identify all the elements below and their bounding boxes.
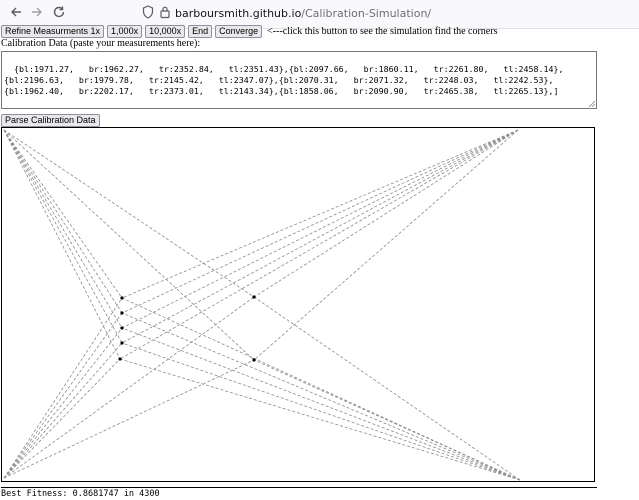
distance-line: [121, 327, 521, 481]
lock-icon[interactable]: [157, 5, 173, 21]
url-path: /Calibration-Simulation/: [301, 7, 432, 20]
end-button[interactable]: End: [188, 24, 213, 38]
distance-line: [3, 129, 255, 298]
distance-line: [3, 129, 123, 299]
distance-line: [121, 342, 521, 481]
distance-line: [3, 296, 255, 479]
distance-line: [253, 296, 521, 481]
shield-icon[interactable]: [140, 5, 156, 21]
distance-line: [3, 129, 123, 344]
reload-icon[interactable]: [51, 5, 67, 21]
distance-line: [121, 129, 519, 344]
best-fitness-status: Best Fitness: 0.8681747 in 4300: [1, 487, 597, 500]
distance-line: [3, 129, 255, 361]
parse-calibration-data-button[interactable]: Parse Calibration Data: [1, 114, 100, 127]
url-bar[interactable]: barboursmith.github.io/Calibration-Simul…: [175, 4, 575, 24]
distance-line: [3, 129, 123, 314]
distance-line: [3, 312, 123, 479]
simulation-canvas[interactable]: [1, 127, 595, 482]
distance-line: [3, 129, 121, 360]
distance-line: [3, 327, 123, 479]
calibration-data-label: Calibration Data (paste your measurement…: [1, 38, 201, 49]
converge-hint: <---click this button to see the simulat…: [267, 25, 498, 37]
measurement-point: [120, 311, 124, 315]
converge-button[interactable]: Converge: [215, 24, 263, 38]
distance-line: [121, 129, 519, 299]
distance-line: [3, 297, 123, 479]
measurement-point: [252, 358, 256, 362]
measurement-point: [118, 357, 122, 361]
distance-line: [121, 129, 519, 314]
simulation-drawing: [3, 129, 521, 481]
calibration-data-textarea[interactable]: {bl:1971.27, br:1962.27, tr:2352.84, tl:…: [1, 51, 597, 109]
measurement-point: [120, 326, 124, 330]
distance-line: [3, 358, 121, 479]
forward-arrow-icon[interactable]: [29, 5, 45, 21]
distance-line: [253, 359, 521, 481]
back-arrow-icon[interactable]: [8, 5, 24, 21]
resize-grip-icon[interactable]: [588, 100, 595, 107]
refine-measurements-button[interactable]: Refine Measurments 1x: [1, 24, 105, 38]
distance-line: [121, 312, 521, 481]
url-host: barboursmith.github.io: [175, 7, 302, 20]
measurement-point: [252, 295, 256, 299]
distance-line: [3, 342, 123, 479]
measurement-point: [120, 296, 124, 300]
distance-line: [119, 358, 521, 481]
distance-line: [253, 129, 519, 298]
distance-line: [3, 359, 255, 479]
distance-line: [121, 129, 519, 329]
distance-line: [119, 129, 519, 360]
calibration-data-text: {bl:1971.27, br:1962.27, tr:2352.84, tl:…: [4, 64, 564, 96]
simulation-toolbar: Refine Measurments 1x 1,000x 10,000x End…: [1, 24, 497, 38]
run-1000x-button[interactable]: 1,000x: [107, 24, 143, 38]
distance-line: [253, 129, 519, 361]
measurement-point: [120, 341, 124, 345]
run-10000x-button[interactable]: 10,000x: [145, 24, 186, 38]
distance-line: [3, 129, 123, 329]
